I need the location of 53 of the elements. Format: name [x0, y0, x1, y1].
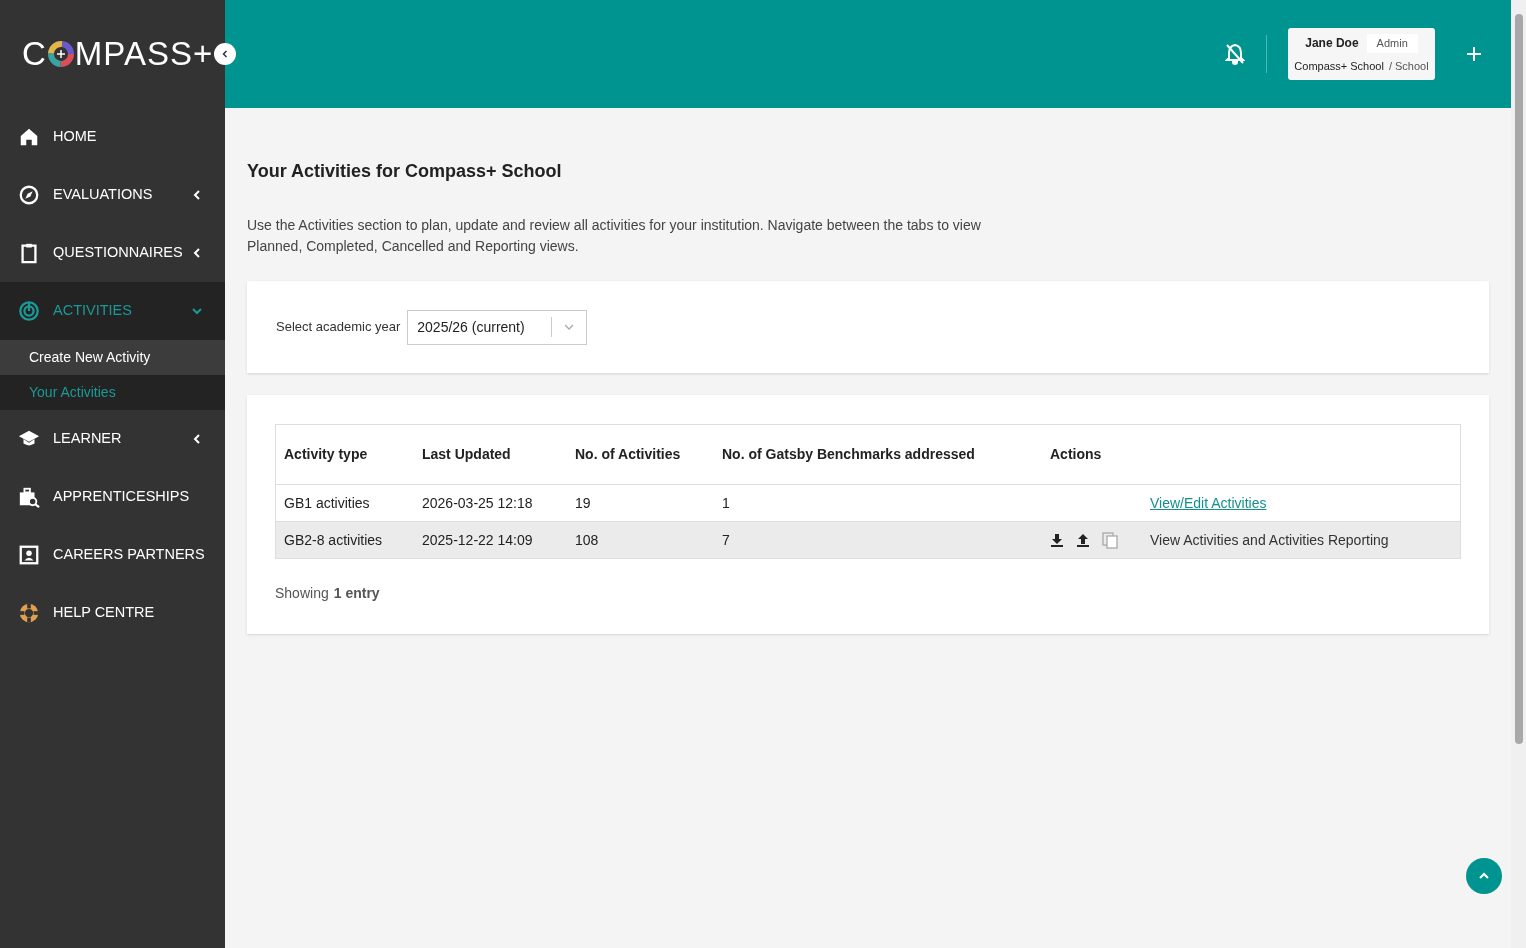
sidebar-item[interactable]: CAREERS PARTNERS	[0, 526, 225, 584]
sidebar-item[interactable]: HELP CENTRE	[0, 584, 225, 642]
sidebar-item[interactable]: ACTIVITIES	[0, 282, 225, 340]
page-description: Use the Activities section to plan, update and review all activities for your institution. Navigate between the tabs to view Planned, Completed, Cancelled and Reporting views.	[247, 216, 982, 256]
school-name: Compass+ School	[1294, 58, 1384, 74]
column-header: No. of Activities	[574, 445, 682, 464]
column-header: Activity type	[283, 445, 369, 464]
user-card[interactable]: Jane Doe Admin Compass+ School / School	[1288, 28, 1435, 80]
copy-icon[interactable]	[1102, 531, 1118, 549]
download-icon[interactable]	[1050, 533, 1064, 547]
table-cell-text: 108	[574, 530, 600, 550]
target-icon	[18, 300, 40, 322]
table-cell-text: 1	[721, 493, 731, 513]
logo-ring-icon	[47, 41, 74, 67]
sidebar-item[interactable]: LEARNER	[0, 410, 225, 468]
select-label: Select academic year	[276, 318, 401, 337]
table-cell-text: 2026-03-25 12:18	[421, 493, 534, 513]
plus-icon[interactable]	[1467, 47, 1481, 61]
entries-info: Showing	[275, 584, 329, 603]
scroll-to-top-button[interactable]	[1466, 858, 1502, 894]
sidebar-item[interactable]: QUESTIONNAIRES	[0, 224, 225, 282]
table-cell-text: GB1 activities	[283, 493, 371, 513]
role-label: Admin	[1366, 34, 1418, 53]
id-card-icon	[18, 544, 40, 566]
sidebar-item[interactable]: APPRENTICESHIPS	[0, 468, 225, 526]
clipboard-icon	[18, 242, 40, 264]
school-type: / School	[1388, 58, 1429, 74]
action-text: View Activities and Activities Reporting	[1150, 531, 1389, 548]
column-header: Last Updated	[421, 445, 512, 464]
submenu-item[interactable]: Create New Activity	[0, 340, 225, 375]
column-header: No. of Gatsby Benchmarks addressed	[721, 445, 976, 464]
submenu-item[interactable]: Your Activities	[0, 375, 225, 410]
compass-icon	[18, 184, 40, 206]
collapse-sidebar-button[interactable]	[214, 43, 236, 65]
table-cell-text: 2025-12-22 14:09	[421, 530, 534, 550]
logo: C MPASS+	[22, 34, 214, 75]
table-cell-text: 7	[721, 530, 731, 550]
page-title: Your Activities for Compass+ School	[247, 160, 563, 183]
home-icon	[18, 126, 40, 148]
chevron-left-icon	[221, 50, 229, 58]
view-edit-link[interactable]: View/Edit Activities	[1150, 494, 1267, 511]
table-cell-text: GB2-8 activities	[283, 530, 384, 550]
upload-icon[interactable]	[1076, 533, 1090, 547]
sidebar-item[interactable]: HOME	[0, 108, 225, 166]
sidebar-item[interactable]: EVALUATIONS	[0, 166, 225, 224]
notifications-off-icon[interactable]	[1225, 43, 1245, 65]
entries-count: 1 entry	[333, 584, 380, 603]
table-cell-text: 19	[574, 493, 592, 513]
briefcase-search-icon	[18, 486, 40, 508]
column-header: Actions	[1049, 445, 1103, 464]
user-name: Jane Doe	[1305, 35, 1359, 53]
academic-year-select[interactable]: 2025/26 (current)	[407, 309, 588, 345]
lifebuoy-icon	[18, 602, 40, 624]
